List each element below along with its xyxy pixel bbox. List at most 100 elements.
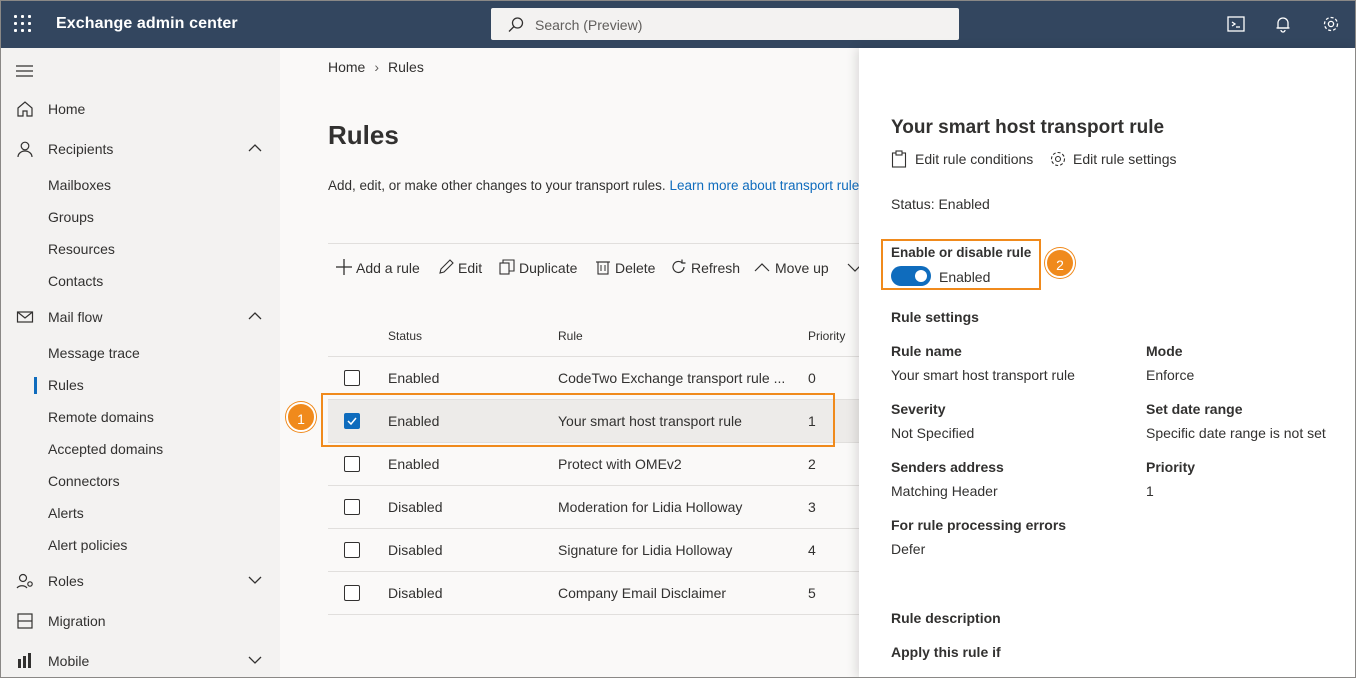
- panel-title: Your smart host transport rule: [891, 117, 1165, 138]
- row-checkbox[interactable]: [344, 456, 360, 472]
- row-checkbox[interactable]: [344, 370, 360, 386]
- row-status: Enabled: [388, 370, 440, 386]
- search-box[interactable]: Search (Preview): [491, 8, 959, 40]
- refresh-icon: [672, 259, 686, 273]
- nav-mailboxes[interactable]: Mailboxes: [0, 169, 280, 201]
- mode-value: Enforce: [1146, 367, 1195, 383]
- toggle-heading: Enable or disable rule: [891, 245, 1032, 260]
- nav-alert-policies[interactable]: Alert policies: [0, 529, 280, 561]
- nav-mail-flow[interactable]: Mail flow: [0, 301, 280, 333]
- nav-label: Rules: [48, 377, 84, 393]
- table-row-selected[interactable]: Enabled Your smart host transport rule 1: [328, 400, 860, 443]
- enable-toggle[interactable]: [891, 266, 931, 286]
- nav-home[interactable]: Home: [0, 93, 280, 125]
- roles-icon: [16, 573, 33, 589]
- nav-resources[interactable]: Resources: [0, 233, 280, 265]
- nav-label: Roles: [48, 573, 84, 589]
- severity-label: Severity: [891, 401, 946, 417]
- table-row[interactable]: Disabled Company Email Disclaimer 5: [328, 572, 860, 615]
- nav-recipients[interactable]: Recipients: [0, 133, 280, 165]
- row-priority: 2: [808, 456, 816, 472]
- nav-migration[interactable]: Migration: [0, 605, 280, 637]
- nav-label: Migration: [48, 613, 106, 629]
- nav-alerts[interactable]: Alerts: [0, 497, 280, 529]
- table-row[interactable]: Disabled Moderation for Lidia Holloway 3: [328, 486, 860, 529]
- page-description: Add, edit, or make other changes to your…: [328, 178, 860, 193]
- row-checkbox-checked[interactable]: [344, 413, 360, 429]
- nav-accepted-domains[interactable]: Accepted domains: [0, 433, 280, 465]
- nav-label: Alerts: [48, 505, 84, 521]
- column-status[interactable]: Status: [388, 329, 422, 343]
- chevron-up-icon: [248, 312, 262, 320]
- nav-label: Recipients: [48, 141, 114, 157]
- errors-label: For rule processing errors: [891, 517, 1067, 533]
- nav-label: Remote domains: [48, 409, 154, 425]
- priority-value: 1: [1146, 483, 1154, 499]
- plus-icon: [336, 259, 352, 275]
- nav-remote-domains[interactable]: Remote domains: [0, 401, 280, 433]
- chevron-up-icon: [754, 263, 770, 272]
- row-priority: 5: [808, 585, 816, 601]
- nav-mobile[interactable]: Mobile: [0, 645, 280, 677]
- severity-value: Not Specified: [891, 425, 975, 441]
- senders-value: Matching Header: [891, 483, 998, 499]
- breadcrumb: Home › Rules: [328, 59, 424, 75]
- page-title: Rules: [328, 120, 399, 150]
- bell-icon[interactable]: [1273, 14, 1293, 34]
- callout-badge-2: 2: [1045, 248, 1075, 278]
- description-heading: Rule description: [891, 610, 1001, 626]
- learn-more-link[interactable]: Learn more about transport rules: [669, 178, 860, 193]
- table-header: Status Rule Priority: [328, 322, 860, 357]
- search-placeholder: Search (Preview): [535, 17, 643, 33]
- mail-icon: [16, 311, 34, 323]
- person-icon: [17, 141, 33, 158]
- row-priority: 0: [808, 370, 816, 386]
- row-checkbox[interactable]: [344, 585, 360, 601]
- column-priority[interactable]: Priority: [808, 329, 845, 343]
- pencil-icon: [439, 259, 454, 274]
- row-checkbox[interactable]: [344, 542, 360, 558]
- errors-value: Defer: [891, 541, 926, 557]
- app-launcher-icon[interactable]: [14, 15, 32, 33]
- nav-label: Alert policies: [48, 537, 128, 553]
- edit-label: Edit: [458, 260, 483, 276]
- nav-connectors[interactable]: Connectors: [0, 465, 280, 497]
- nav-rules[interactable]: Rules: [0, 369, 280, 401]
- senders-label: Senders address: [891, 459, 1004, 475]
- settings-heading: Rule settings: [891, 309, 979, 325]
- terminal-icon[interactable]: [1226, 14, 1246, 34]
- row-rule: Your smart host transport rule: [558, 413, 742, 429]
- table-row[interactable]: Enabled CodeTwo Exchange transport rule …: [328, 357, 860, 400]
- chevron-right-icon: ›: [374, 59, 380, 75]
- gear-icon: [1050, 151, 1066, 167]
- table-row[interactable]: Disabled Signature for Lidia Holloway 4: [328, 529, 860, 572]
- column-rule[interactable]: Rule: [558, 329, 583, 343]
- nav-groups[interactable]: Groups: [0, 201, 280, 233]
- row-rule: Signature for Lidia Holloway: [558, 542, 733, 558]
- chevron-down-icon: [248, 576, 262, 584]
- duplicate-icon: [499, 259, 515, 275]
- row-rule: CodeTwo Exchange transport rule ...: [558, 370, 786, 386]
- date-range-value: Specific date range is not set: [1146, 425, 1326, 441]
- edit-rule-conditions-label: Edit rule conditions: [915, 151, 1034, 167]
- duplicate-label: Duplicate: [519, 260, 578, 276]
- chevron-up-icon: [248, 144, 262, 152]
- hamburger-icon[interactable]: [16, 64, 34, 78]
- row-checkbox[interactable]: [344, 499, 360, 515]
- nav-label: Home: [48, 101, 86, 117]
- edit-rule-settings-label: Edit rule settings: [1073, 151, 1177, 167]
- nav-label: Contacts: [48, 273, 104, 289]
- nav-contacts[interactable]: Contacts: [0, 265, 280, 297]
- breadcrumb-home[interactable]: Home: [328, 59, 365, 75]
- row-rule: Protect with OMEv2: [558, 456, 682, 472]
- nav-roles[interactable]: Roles: [0, 565, 280, 597]
- nav-message-trace[interactable]: Message trace: [0, 337, 280, 369]
- gear-icon[interactable]: [1321, 14, 1341, 34]
- nav-label: Mobile: [48, 653, 90, 669]
- main-content: Home › Rules Rules Add, edit, or make othe…: [280, 48, 860, 678]
- row-status: Disabled: [388, 542, 443, 558]
- app-title[interactable]: Exchange admin center: [56, 15, 238, 33]
- nav-label: Resources: [48, 241, 115, 257]
- row-status: Disabled: [388, 499, 443, 515]
- table-row[interactable]: Enabled Protect with OMEv2 2: [328, 443, 860, 486]
